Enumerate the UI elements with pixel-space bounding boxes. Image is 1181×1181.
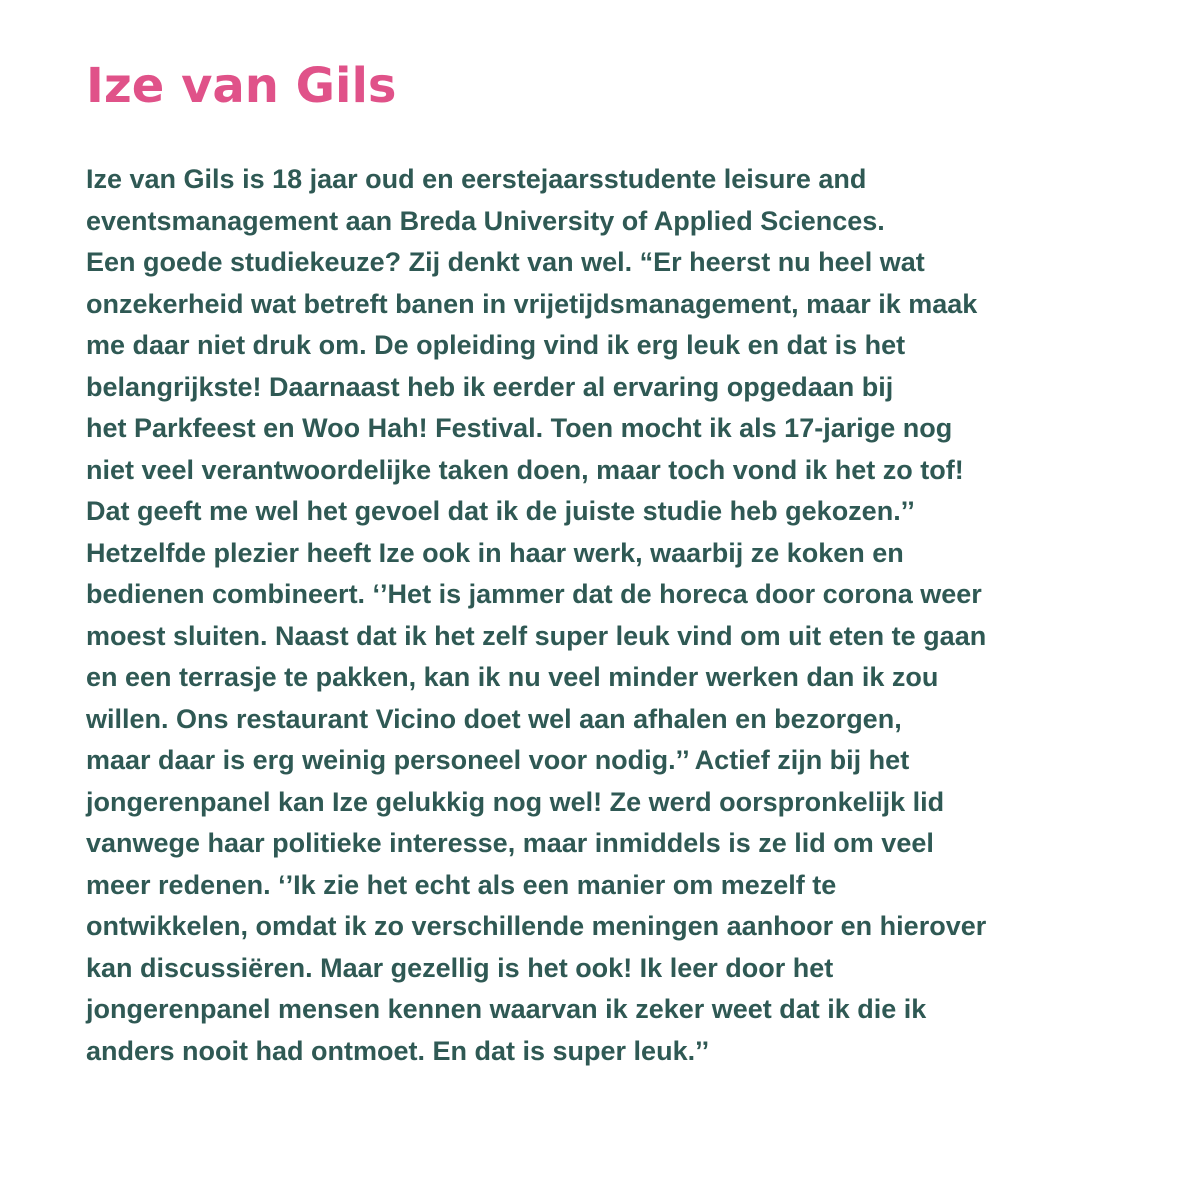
body-line: Hetzelfde plezier heeft Ize ook in haar … <box>86 537 904 568</box>
body-line: vanwege haar politieke interesse, maar i… <box>86 828 934 858</box>
body-line: jongerenpanel kan Ize gelukkig nog wel! … <box>86 786 945 817</box>
article-body: Ize van Gils is 18 jaar oud en eerstejaa… <box>86 159 1126 1072</box>
body-line: belangrijkste! Daarnaast heb ik eerder a… <box>86 371 894 402</box>
body-line: het Parkfeest en Woo Hah! Festival. Toen… <box>86 413 953 443</box>
body-line: en een terrasje te pakken, kan ik nu vee… <box>86 662 939 692</box>
body-line: Dat geeft me wel het gevoel dat ik de ju… <box>86 496 915 526</box>
body-line: moest sluiten. Naast dat ik het zelf sup… <box>86 620 987 651</box>
body-line: maar daar is erg weinig personeel voor n… <box>86 745 910 775</box>
body-line: bedienen combineert. ‘’Het is jammer dat… <box>86 579 982 609</box>
body-line: eventsmanagement aan Breda University of… <box>86 205 885 236</box>
body-line: Een goede studiekeuze? Zij denkt van wel… <box>86 247 925 277</box>
body-line: anders nooit had ontmoet. En dat is supe… <box>86 1035 710 1066</box>
body-line: me daar niet druk om. De opleiding vind … <box>86 330 906 360</box>
body-line: kan discussiëren. Maar gezellig is het o… <box>86 952 834 983</box>
body-line: meer redenen. ‘’Ik zie het echt als een … <box>86 869 837 900</box>
article-title: Ize van Gils <box>86 58 397 114</box>
body-line: willen. Ons restaurant Vicino doet wel a… <box>86 703 902 734</box>
article-page: Ize van Gils Ize van Gils is 18 jaar oud… <box>0 0 1181 1181</box>
body-line: Ize van Gils is 18 jaar oud en eerstejaa… <box>86 164 867 194</box>
body-line: onzekerheid wat betreft banen in vrijeti… <box>86 288 978 319</box>
body-line: ontwikkelen, omdat ik zo verschillende m… <box>86 911 987 941</box>
body-line: jongerenpanel mensen kennen waarvan ik z… <box>86 994 927 1024</box>
body-line: niet veel verantwoordelijke taken doen, … <box>86 454 964 485</box>
